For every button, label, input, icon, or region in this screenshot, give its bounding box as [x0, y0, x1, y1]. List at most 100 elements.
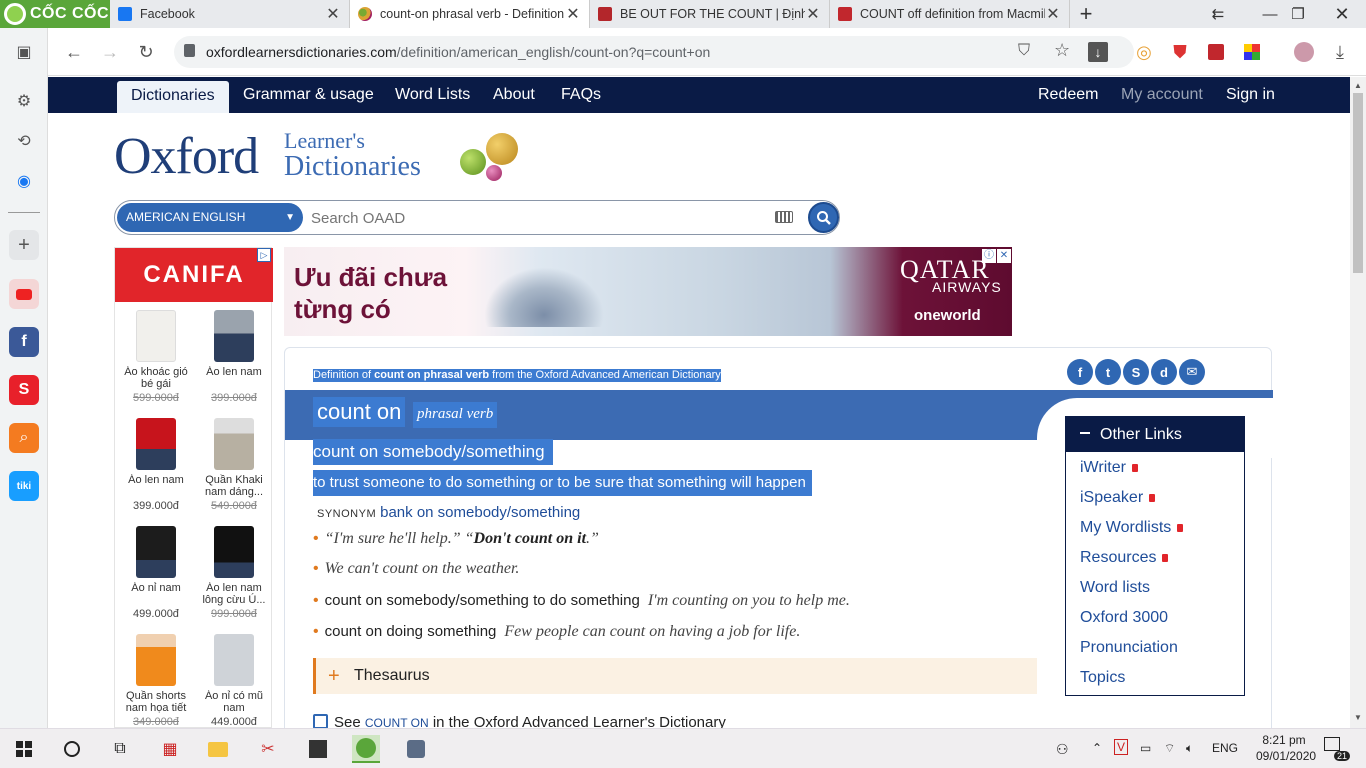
nav-about[interactable]: About — [479, 77, 549, 113]
nav-redeem[interactable]: Redeem — [1024, 77, 1112, 113]
profile-avatar-icon[interactable] — [1290, 38, 1318, 66]
clock[interactable]: 8:21 pm 09/01/2020 — [1256, 732, 1316, 764]
link-pronunciation[interactable]: Pronunciation — [1080, 639, 1178, 657]
back-arrow-icon[interactable]: ← — [60, 38, 88, 66]
taskbar-app-icon[interactable]: ▦ — [156, 735, 184, 763]
other-links-header[interactable]: Other Links — [1066, 417, 1244, 452]
close-tab-icon[interactable]: ✕ — [805, 4, 821, 24]
extension-colors-icon[interactable] — [1238, 38, 1266, 66]
new-tab-button[interactable]: + — [1066, 0, 1106, 28]
snipping-tool-icon[interactable]: ✂ — [254, 735, 282, 763]
dictionary-select[interactable]: AMERICAN ENGLISH ▼ — [117, 203, 303, 232]
reload-icon[interactable]: ↻ — [132, 38, 160, 66]
nav-word-lists[interactable]: Word Lists — [381, 77, 484, 113]
sidebar-toggle-icon[interactable]: ▣ — [9, 37, 39, 67]
stumbleupon-share-icon[interactable]: S — [1123, 359, 1149, 385]
nav-faqs[interactable]: FAQs — [547, 77, 615, 113]
canifa-ad[interactable]: CANIFA ▷ Áo khoác gió bé gái 599.000đ Áo … — [114, 247, 273, 728]
digg-share-icon[interactable]: d — [1151, 359, 1177, 385]
see-oald-link[interactable]: See COUNT ON in the Oxford Advanced Lear… — [313, 714, 726, 728]
scroll-up-icon[interactable]: ▲ — [1354, 81, 1362, 90]
facebook-share-icon[interactable]: f — [1067, 359, 1093, 385]
coccoc-menu-button[interactable]: CỐC CỐC — [0, 0, 110, 28]
link-iwriter[interactable]: iWriter — [1080, 459, 1138, 477]
shield-icon[interactable]: ⛉ — [1018, 42, 1030, 60]
add-sidebar-app-icon[interactable]: + — [9, 230, 39, 260]
unikey-icon[interactable]: V — [1114, 739, 1129, 755]
thesaurus-toggle[interactable]: + Thesaurus — [313, 658, 1037, 694]
file-explorer-icon[interactable] — [204, 735, 232, 763]
close-tab-icon[interactable]: ✕ — [325, 4, 341, 24]
taskbar-app2-icon[interactable] — [402, 735, 430, 763]
action-center-icon[interactable]: 21 — [1324, 737, 1351, 761]
extension-chrome-icon[interactable]: ◎ — [1130, 38, 1158, 66]
settings-gear-icon[interactable]: ⚙ — [9, 86, 39, 116]
messenger-icon[interactable]: ◉ — [9, 166, 39, 196]
ad-product[interactable]: Áo nỉ nam 499.000đ — [117, 526, 195, 620]
address-bar[interactable]: oxfordlearnersdictionaries.com/definitio… — [174, 36, 1134, 68]
tab-count-off[interactable]: COUNT off definition from Macmil ✕ — [830, 0, 1070, 28]
ad-choices-icon[interactable]: ▷ — [257, 248, 271, 262]
scroll-down-icon[interactable]: ▼ — [1354, 713, 1362, 722]
ad-product[interactable]: Áo len nam 399.000đ — [195, 310, 273, 404]
downloads-icon[interactable]: ⤓ — [1326, 38, 1354, 66]
close-window-button[interactable]: ✕ — [1322, 0, 1362, 28]
maximize-button[interactable]: ❐ — [1278, 0, 1318, 28]
ad-product[interactable]: Áo len nam lông cừu Ú... 999.000đ — [195, 526, 273, 620]
link-ispeaker[interactable]: iSpeaker — [1080, 489, 1156, 507]
link-oxford-3000[interactable]: Oxford 3000 — [1080, 609, 1168, 627]
link-resources[interactable]: Resources — [1080, 549, 1169, 567]
oxford-logo[interactable]: Oxford Learner's Dictionaries — [114, 127, 421, 186]
task-view-icon[interactable]: ⧉ — [106, 735, 134, 763]
ad-product[interactable]: Áo khoác gió bé gái 599.000đ — [117, 310, 195, 404]
download-page-icon[interactable]: ↓ — [1088, 42, 1108, 62]
extension-red-icon[interactable] — [1202, 38, 1230, 66]
close-tab-icon[interactable]: ✕ — [565, 4, 581, 24]
nav-grammar-usage[interactable]: Grammar & usage — [229, 77, 388, 113]
tiki-icon[interactable]: tiki — [9, 471, 39, 501]
windows-start-icon[interactable] — [10, 735, 38, 763]
shopee-icon[interactable]: S — [9, 375, 39, 405]
scrollbar-thumb[interactable] — [1353, 93, 1363, 273]
tab-be-out-for-the-count[interactable]: BE OUT FOR THE COUNT | Định ng ✕ — [590, 0, 830, 28]
qatar-airways-banner-ad[interactable]: Ưu đãi chưa từng có QATAR AIRWAYS oneworl… — [284, 247, 1012, 336]
twitter-share-icon[interactable]: t — [1095, 359, 1121, 385]
youtube-icon[interactable] — [9, 279, 39, 309]
ad-product[interactable]: Áo len nam 399.000đ — [117, 418, 195, 512]
facebook-sidebar-icon[interactable]: f — [9, 327, 39, 357]
nav-my-account[interactable]: My account — [1107, 77, 1217, 113]
show-hidden-icons[interactable]: ⌃ — [1092, 741, 1102, 755]
tab-search-icon[interactable]: ⇇ — [1198, 0, 1238, 28]
forward-arrow-icon[interactable]: → — [96, 38, 124, 66]
link-word-lists[interactable]: Word lists — [1080, 579, 1150, 597]
ad-product[interactable]: Quần Khaki nam dáng... 549.000đ — [195, 418, 273, 512]
extension-shield-icon[interactable]: ⛊ — [1166, 38, 1194, 66]
tab-facebook[interactable]: Facebook ✕ — [110, 0, 350, 28]
link-my-wordlists[interactable]: My Wordlists — [1080, 519, 1184, 537]
ad-product[interactable]: Áo nỉ có mũ nam 449.000đ — [195, 634, 273, 728]
language-indicator[interactable]: ENG — [1212, 741, 1238, 755]
bookmark-star-icon[interactable]: ☆ — [1054, 40, 1070, 61]
ad-product[interactable]: Quần shorts nam họa tiết 349.000đ — [117, 634, 195, 728]
search-input[interactable] — [311, 205, 771, 231]
close-tab-icon[interactable]: ✕ — [1045, 4, 1061, 24]
cortana-search-icon[interactable] — [58, 735, 86, 763]
search-button[interactable] — [808, 202, 839, 233]
tab-count-on[interactable]: count-on phrasal verb - Definition ✕ — [350, 0, 590, 28]
sticky-notes-icon[interactable] — [304, 735, 332, 763]
volume-icon[interactable]: 🔈︎ — [1186, 741, 1193, 756]
people-icon[interactable]: ⚇ — [1056, 741, 1069, 758]
wifi-icon[interactable]: ⌔ — [1164, 741, 1175, 756]
synonym-link[interactable]: bank on somebody/something — [380, 504, 580, 521]
link-topics[interactable]: Topics — [1080, 669, 1125, 687]
ad-info-icon[interactable]: ⓘ — [982, 249, 996, 263]
page-scrollbar[interactable]: ▲ ▼ — [1350, 77, 1366, 728]
email-share-icon[interactable]: ✉ — [1179, 359, 1205, 385]
history-icon[interactable]: ⟲ — [9, 126, 39, 156]
coccoc-taskbar-icon[interactable] — [352, 735, 380, 763]
nav-dictionaries[interactable]: Dictionaries — [117, 81, 229, 113]
keyboard-icon[interactable] — [775, 211, 793, 223]
search-app-icon[interactable]: ⌕ — [9, 423, 39, 453]
tray-app-icon[interactable]: ▭ — [1140, 741, 1151, 755]
ad-close-icon[interactable]: ✕ — [997, 249, 1011, 263]
